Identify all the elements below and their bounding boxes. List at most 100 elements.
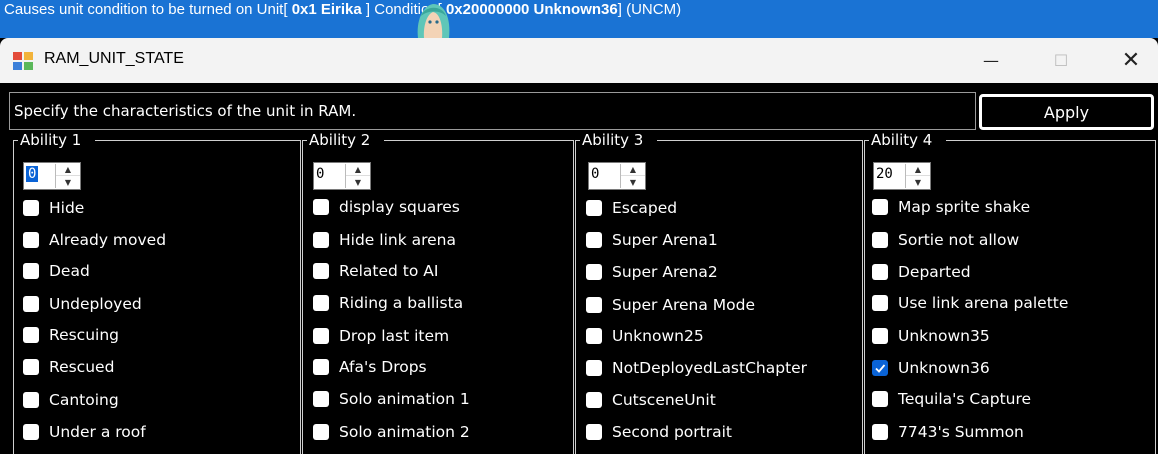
checkbox-riding-a-ballista[interactable]: Riding a ballista bbox=[313, 294, 463, 312]
checkbox-box[interactable] bbox=[23, 200, 39, 216]
checkbox-map-sprite-shake[interactable]: Map sprite shake bbox=[872, 198, 1030, 216]
checkbox-box[interactable] bbox=[313, 263, 329, 279]
checkbox-escaped[interactable]: Escaped bbox=[586, 199, 677, 217]
checkbox-box[interactable] bbox=[586, 328, 602, 344]
spinner-down-icon[interactable]: ▼ bbox=[621, 176, 645, 188]
checkbox-label: Riding a ballista bbox=[339, 294, 464, 312]
checkbox-undeployed[interactable]: Undeployed bbox=[23, 295, 142, 313]
checkbox-label: Rescuing bbox=[49, 326, 119, 344]
checkbox-label: Already moved bbox=[49, 231, 167, 249]
checkbox-use-link-arena-palette[interactable]: Use link arena palette bbox=[872, 294, 1068, 312]
spinner-arrows: ▲ ▼ bbox=[345, 164, 370, 188]
apply-button[interactable]: Apply bbox=[979, 94, 1154, 130]
checkbox-box[interactable] bbox=[872, 424, 888, 440]
checkbox-box[interactable] bbox=[313, 199, 329, 215]
spinner-up-icon[interactable]: ▲ bbox=[906, 164, 930, 176]
checkbox-box[interactable] bbox=[872, 360, 888, 376]
checkbox-super-arena2[interactable]: Super Arena2 bbox=[586, 263, 718, 281]
checkbox-related-to-ai[interactable]: Related to AI bbox=[313, 262, 438, 280]
checkbox-solo-animation-2[interactable]: Solo animation 2 bbox=[313, 423, 470, 441]
checkbox-box[interactable] bbox=[872, 232, 888, 248]
ability-1-spinner[interactable]: 0 ▲ ▼ bbox=[23, 162, 81, 190]
maximize-button[interactable]: ☐ bbox=[1026, 38, 1096, 83]
checkbox-super-arena1[interactable]: Super Arena1 bbox=[586, 231, 718, 249]
checkbox-already-moved[interactable]: Already moved bbox=[23, 231, 166, 249]
checkbox-cutscene-unit[interactable]: CutsceneUnit bbox=[586, 391, 716, 409]
checkbox-dead[interactable]: Dead bbox=[23, 262, 90, 280]
checkbox-box[interactable] bbox=[872, 264, 888, 280]
checkbox-box[interactable] bbox=[872, 391, 888, 407]
checkbox-box[interactable] bbox=[586, 297, 602, 313]
checkbox-box[interactable] bbox=[586, 424, 602, 440]
checkbox-sortie-not-allow[interactable]: Sortie not allow bbox=[872, 231, 1019, 249]
checkbox-box[interactable] bbox=[313, 232, 329, 248]
checkbox-label: Use link arena palette bbox=[898, 294, 1069, 312]
checkbox-box[interactable] bbox=[23, 296, 39, 312]
checkbox-rescuing[interactable]: Rescuing bbox=[23, 326, 119, 344]
spinner-down-icon[interactable]: ▼ bbox=[906, 176, 930, 188]
checkbox-departed[interactable]: Departed bbox=[872, 263, 971, 281]
checkbox-box[interactable] bbox=[872, 199, 888, 215]
checkbox-box[interactable] bbox=[23, 424, 39, 440]
checkbox-super-arena-mode[interactable]: Super Arena Mode bbox=[586, 296, 755, 314]
ability-2-spinner[interactable]: 0 ▲ ▼ bbox=[313, 162, 371, 190]
spinner-down-icon[interactable]: ▼ bbox=[346, 176, 370, 188]
spinner-up-icon[interactable]: ▲ bbox=[346, 164, 370, 176]
ability-2-value[interactable]: 0 bbox=[316, 166, 324, 182]
checkbox-cantoing[interactable]: Cantoing bbox=[23, 391, 119, 409]
checkbox-label: Second portrait bbox=[612, 423, 732, 441]
checkbox-not-deployed-last-chapter[interactable]: NotDeployedLastChapter bbox=[586, 359, 807, 377]
checkbox-unknown36[interactable]: Unknown36 bbox=[872, 359, 990, 377]
checkbox-box[interactable] bbox=[23, 392, 39, 408]
spinner-up-icon[interactable]: ▲ bbox=[56, 164, 80, 176]
checkbox-second-portrait[interactable]: Second portrait bbox=[586, 423, 732, 441]
checkbox-box[interactable] bbox=[23, 263, 39, 279]
spinner-up-icon[interactable]: ▲ bbox=[621, 164, 645, 176]
checkbox-label: Cantoing bbox=[49, 391, 119, 409]
checkbox-hide[interactable]: Hide bbox=[23, 199, 84, 217]
checkbox-rescued[interactable]: Rescued bbox=[23, 358, 114, 376]
checkbox-label: Unknown35 bbox=[898, 327, 990, 345]
checkbox-label: Solo animation 1 bbox=[339, 390, 470, 408]
checkbox-display-squares[interactable]: display squares bbox=[313, 198, 460, 216]
checkbox-box[interactable] bbox=[586, 200, 602, 216]
checkbox-label: Under a roof bbox=[49, 423, 146, 441]
checkbox-box[interactable] bbox=[872, 328, 888, 344]
checkbox-box[interactable] bbox=[586, 232, 602, 248]
checkbox-box[interactable] bbox=[872, 295, 888, 311]
minimize-button[interactable]: — bbox=[956, 38, 1026, 83]
checkbox-7743s-summon[interactable]: 7743's Summon bbox=[872, 423, 1024, 441]
checkbox-box[interactable] bbox=[313, 424, 329, 440]
spinner-arrows: ▲ ▼ bbox=[620, 164, 645, 188]
banner-unit-value: 0x1 Eirika bbox=[291, 1, 362, 18]
checkbox-drop-last-item[interactable]: Drop last item bbox=[313, 327, 449, 345]
checkbox-label: Afa's Drops bbox=[339, 358, 427, 376]
checkbox-box[interactable] bbox=[586, 392, 602, 408]
ability-4-value[interactable]: 20 bbox=[876, 166, 893, 182]
ability-3-value[interactable]: 0 bbox=[591, 166, 599, 182]
checkbox-box[interactable] bbox=[23, 327, 39, 343]
checkbox-under-a-roof[interactable]: Under a roof bbox=[23, 423, 146, 441]
checkbox-box[interactable] bbox=[313, 359, 329, 375]
checkbox-unknown25[interactable]: Unknown25 bbox=[586, 327, 704, 345]
checkbox-box[interactable] bbox=[23, 359, 39, 375]
checkbox-hide-link-arena[interactable]: Hide link arena bbox=[313, 231, 456, 249]
checkbox-box[interactable] bbox=[586, 264, 602, 280]
checkbox-afas-drops[interactable]: Afa's Drops bbox=[313, 358, 427, 376]
ability-4-spinner[interactable]: 20 ▲ ▼ bbox=[873, 162, 931, 190]
checkbox-box[interactable] bbox=[23, 232, 39, 248]
spinner-down-icon[interactable]: ▼ bbox=[56, 176, 80, 188]
ability-1-value[interactable]: 0 bbox=[26, 166, 39, 182]
close-button[interactable]: ✕ bbox=[1096, 38, 1158, 83]
checkbox-box[interactable] bbox=[313, 295, 329, 311]
app-icon bbox=[13, 52, 33, 70]
checkbox-box[interactable] bbox=[586, 360, 602, 376]
checkbox-unknown35[interactable]: Unknown35 bbox=[872, 327, 990, 345]
ability-3-spinner[interactable]: 0 ▲ ▼ bbox=[588, 162, 646, 190]
checkbox-solo-animation-1[interactable]: Solo animation 1 bbox=[313, 390, 470, 408]
checkbox-label: CutsceneUnit bbox=[612, 391, 716, 409]
checkbox-label: Super Arena1 bbox=[612, 231, 718, 249]
checkbox-box[interactable] bbox=[313, 328, 329, 344]
checkbox-box[interactable] bbox=[313, 391, 329, 407]
checkbox-tequilas-capture[interactable]: Tequila's Capture bbox=[872, 390, 1031, 408]
